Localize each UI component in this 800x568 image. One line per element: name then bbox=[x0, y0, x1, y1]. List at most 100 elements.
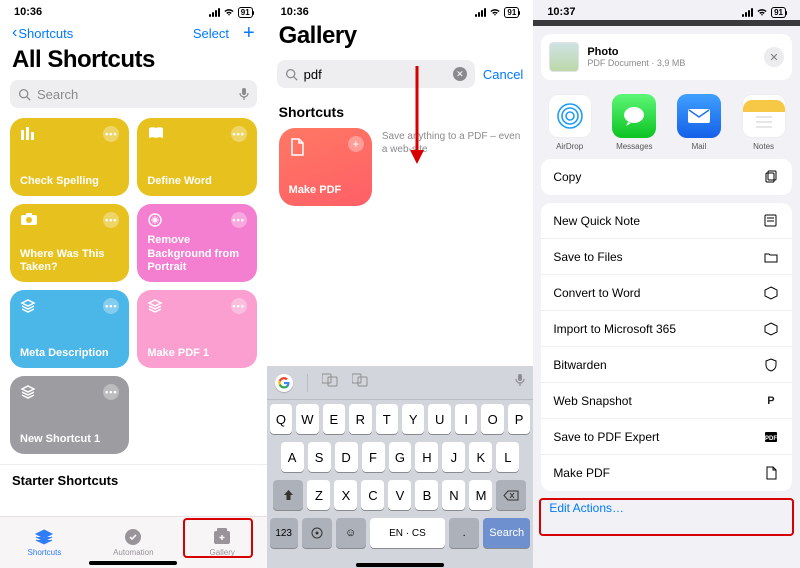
close-button[interactable]: ✕ bbox=[764, 47, 784, 67]
more-icon[interactable]: ••• bbox=[103, 298, 119, 314]
key-o[interactable]: O bbox=[481, 404, 503, 434]
shortcut-tile[interactable]: ••• New Shortcut 1 bbox=[10, 376, 129, 454]
search-value: pdf bbox=[304, 67, 447, 82]
key-v[interactable]: V bbox=[388, 480, 411, 510]
key-space[interactable]: EN · CS bbox=[370, 518, 445, 548]
pdf-icon: PDF bbox=[762, 431, 780, 443]
key-g[interactable]: G bbox=[389, 442, 412, 472]
key-t[interactable]: T bbox=[376, 404, 398, 434]
action-quick-note[interactable]: New Quick Note bbox=[541, 203, 792, 239]
action-list-2: New Quick Note Save to Files Convert to … bbox=[541, 203, 792, 491]
more-icon[interactable]: ••• bbox=[231, 126, 247, 142]
app-messages[interactable]: Messages bbox=[612, 94, 656, 151]
add-icon[interactable]: + bbox=[348, 136, 364, 152]
shortcut-tile[interactable]: ••• Meta Description bbox=[10, 290, 129, 368]
action-make-pdf[interactable]: Make PDF bbox=[541, 455, 792, 491]
action-convert-word[interactable]: Convert to Word bbox=[541, 275, 792, 311]
more-icon[interactable]: ••• bbox=[231, 298, 247, 314]
key-u[interactable]: U bbox=[428, 404, 450, 434]
translate-icon[interactable] bbox=[322, 373, 338, 392]
translate-icon[interactable] bbox=[352, 373, 368, 392]
shortcut-tile[interactable]: ••• Make PDF 1 bbox=[137, 290, 256, 368]
app-airdrop[interactable]: AirDrop bbox=[548, 94, 592, 151]
tab-gallery[interactable]: Gallery bbox=[178, 517, 267, 568]
search-field[interactable]: Search bbox=[10, 80, 257, 108]
tab-shortcuts[interactable]: Shortcuts bbox=[0, 517, 89, 568]
action-copy[interactable]: Copy bbox=[541, 159, 792, 195]
clear-icon[interactable]: ✕ bbox=[453, 67, 467, 81]
shortcut-tile[interactable]: ••• Where Was This Taken? bbox=[10, 204, 129, 282]
key-backspace[interactable] bbox=[496, 480, 526, 510]
app-notes[interactable]: Notes bbox=[742, 94, 786, 151]
key-j[interactable]: J bbox=[442, 442, 465, 472]
key-z[interactable]: Z bbox=[307, 480, 330, 510]
google-icon[interactable] bbox=[275, 374, 293, 392]
more-icon[interactable]: ••• bbox=[103, 126, 119, 142]
edit-actions-button[interactable]: Edit Actions… bbox=[533, 491, 800, 525]
key-d[interactable]: D bbox=[335, 442, 358, 472]
key-s[interactable]: S bbox=[308, 442, 331, 472]
select-button[interactable]: Select bbox=[193, 26, 229, 41]
search-icon bbox=[18, 88, 31, 101]
key-y[interactable]: Y bbox=[402, 404, 424, 434]
key-f[interactable]: F bbox=[362, 442, 385, 472]
clock: 10:36 bbox=[281, 6, 309, 18]
shortcut-tile[interactable]: ••• Define Word bbox=[137, 118, 256, 196]
cell-signal-icon bbox=[475, 8, 486, 17]
key-x[interactable]: X bbox=[334, 480, 357, 510]
key-r[interactable]: R bbox=[349, 404, 371, 434]
home-indicator[interactable] bbox=[89, 561, 177, 565]
key-gear[interactable] bbox=[302, 518, 332, 548]
file-thumbnail bbox=[549, 42, 579, 72]
key-w[interactable]: W bbox=[296, 404, 318, 434]
key-l[interactable]: L bbox=[496, 442, 519, 472]
key-b[interactable]: B bbox=[415, 480, 438, 510]
key-123[interactable]: 123 bbox=[270, 518, 298, 548]
add-button[interactable]: + bbox=[243, 26, 255, 40]
key-p[interactable]: P bbox=[508, 404, 530, 434]
home-indicator[interactable] bbox=[356, 563, 444, 567]
key-a[interactable]: A bbox=[281, 442, 304, 472]
share-apps-row: AirDrop Messages Mail Notes bbox=[533, 88, 800, 159]
gallery-card-make-pdf[interactable]: + Make PDF bbox=[279, 128, 372, 206]
more-icon[interactable]: ••• bbox=[231, 212, 247, 228]
key-dot[interactable]: . bbox=[449, 518, 479, 548]
shortcut-tile[interactable]: ••• Check Spelling bbox=[10, 118, 129, 196]
action-bitwarden[interactable]: Bitwarden bbox=[541, 347, 792, 383]
search-placeholder: Search bbox=[37, 87, 233, 102]
key-emoji[interactable]: ☺ bbox=[336, 518, 366, 548]
shortcut-tile[interactable]: ••• Remove Background from Portrait bbox=[137, 204, 256, 282]
mic-icon[interactable] bbox=[515, 373, 525, 392]
book-icon bbox=[147, 126, 165, 143]
action-web-snapshot[interactable]: Web SnapshotP bbox=[541, 383, 792, 419]
key-k[interactable]: K bbox=[469, 442, 492, 472]
app-mail[interactable]: Mail bbox=[677, 94, 721, 151]
search-icon bbox=[285, 68, 298, 81]
key-search[interactable]: Search bbox=[483, 518, 530, 548]
search-field[interactable]: pdf ✕ bbox=[277, 60, 475, 88]
key-h[interactable]: H bbox=[415, 442, 438, 472]
key-q[interactable]: Q bbox=[270, 404, 292, 434]
stack-icon bbox=[20, 384, 36, 403]
more-icon[interactable]: ••• bbox=[103, 384, 119, 400]
cancel-button[interactable]: Cancel bbox=[483, 67, 523, 82]
stack-icon bbox=[20, 298, 36, 317]
wifi-icon bbox=[756, 8, 768, 17]
shortcuts-grid: ••• Check Spelling ••• Define Word ••• W… bbox=[0, 118, 267, 454]
action-import-365[interactable]: Import to Microsoft 365 bbox=[541, 311, 792, 347]
document-icon bbox=[762, 466, 780, 480]
action-save-files[interactable]: Save to Files bbox=[541, 239, 792, 275]
suggestion-bar bbox=[267, 366, 534, 400]
key-n[interactable]: N bbox=[442, 480, 465, 510]
key-c[interactable]: C bbox=[361, 480, 384, 510]
action-save-pdf-expert[interactable]: Save to PDF ExpertPDF bbox=[541, 419, 792, 455]
back-button[interactable]: ‹Shortcuts bbox=[12, 24, 73, 42]
more-icon[interactable]: ••• bbox=[103, 212, 119, 228]
key-m[interactable]: M bbox=[469, 480, 492, 510]
battery-icon: 91 bbox=[504, 7, 519, 18]
key-shift[interactable] bbox=[273, 480, 303, 510]
status-bar: 10:37 91 bbox=[533, 0, 800, 20]
key-i[interactable]: I bbox=[455, 404, 477, 434]
mic-icon[interactable] bbox=[239, 87, 249, 101]
key-e[interactable]: E bbox=[323, 404, 345, 434]
